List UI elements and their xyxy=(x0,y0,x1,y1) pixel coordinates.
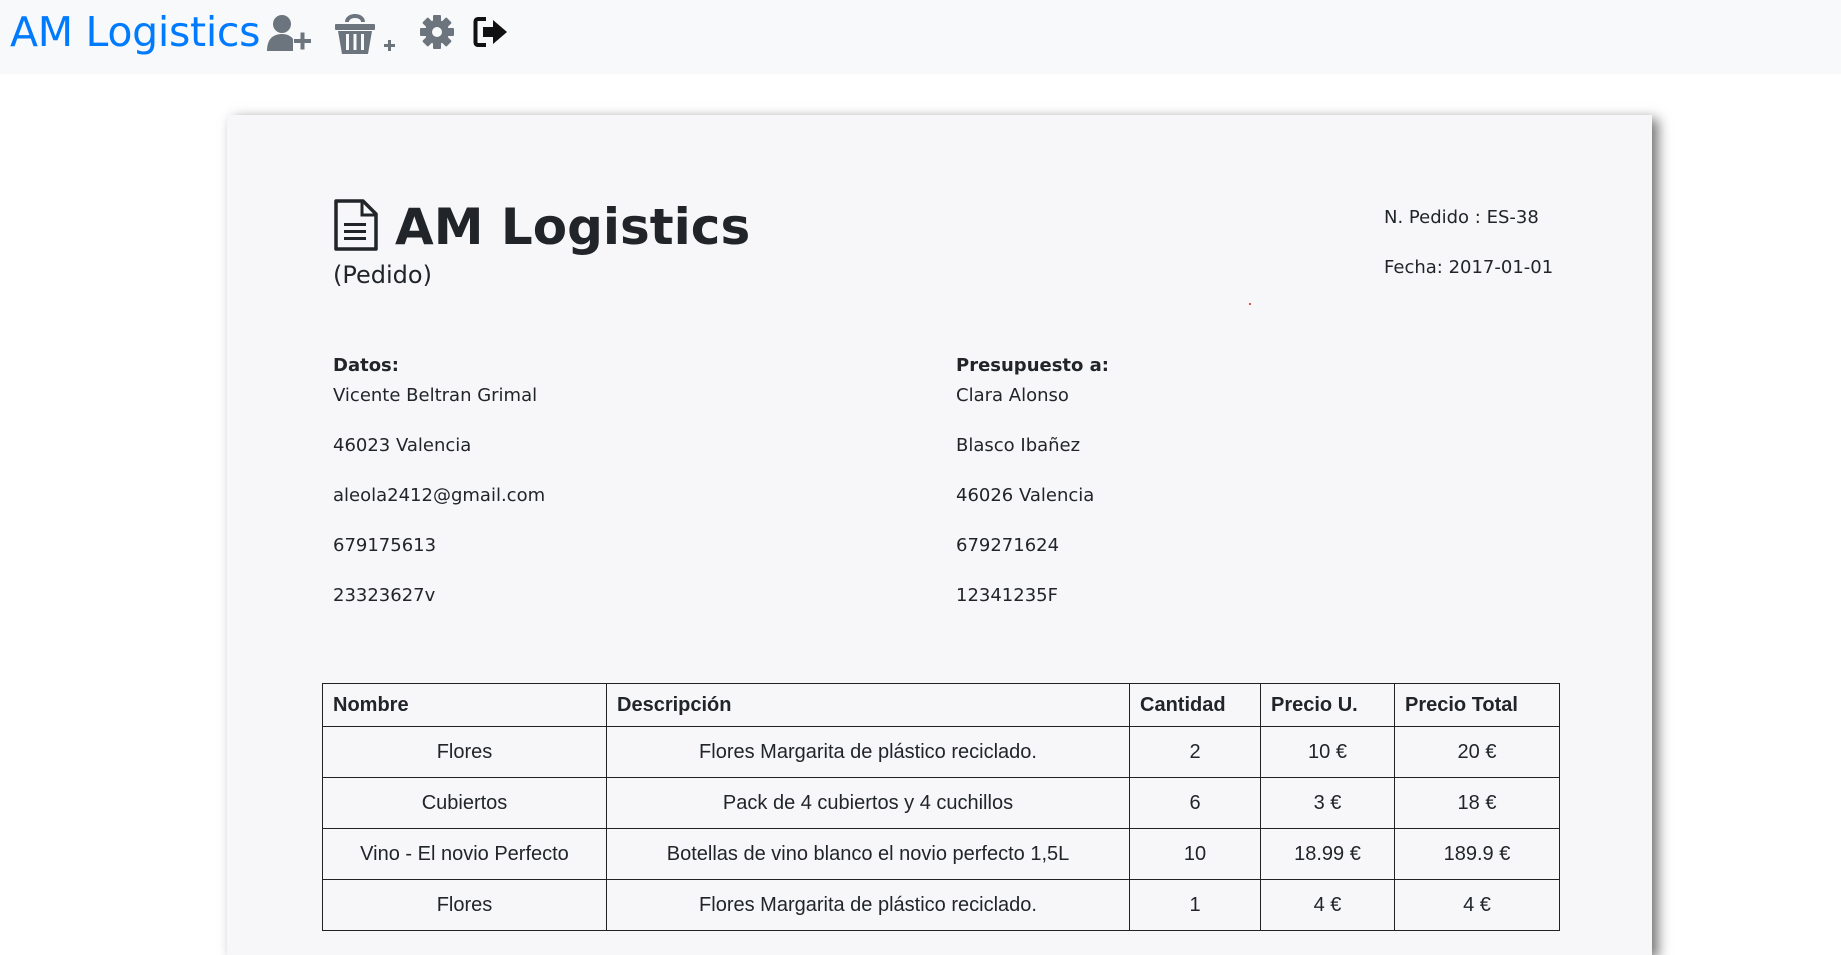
sender-id: 23323627v xyxy=(333,585,436,606)
cell-nombre: Cubiertos xyxy=(322,777,607,829)
cell-descripcion: Flores Margarita de plástico reciclado. xyxy=(606,726,1130,778)
cell-precio-total: 20 € xyxy=(1394,726,1560,778)
table-row: Cubiertos Pack de 4 cubiertos y 4 cuchil… xyxy=(322,777,1560,829)
recipient-phone: 679271624 xyxy=(956,535,1060,556)
sender-city: 46023 Valencia xyxy=(333,435,472,456)
cell-descripcion: Botellas de vino blanco el novio perfect… xyxy=(606,828,1130,880)
navbar: AM Logistics xyxy=(0,0,1841,74)
column-header-precio-total: Precio Total xyxy=(1394,683,1560,727)
cell-cantidad: 10 xyxy=(1129,828,1261,880)
order-date: Fecha: 2017-01-01 xyxy=(1384,257,1554,278)
recipient-id: 12341235F xyxy=(956,585,1058,606)
file-text-icon xyxy=(333,199,379,256)
cell-nombre: Vino - El novio Perfecto xyxy=(322,828,607,880)
recipient-heading: Presupuesto a: xyxy=(956,355,1110,376)
order-document: AM Logistics (Pedido) N. Pedido : ES-38 … xyxy=(227,115,1652,955)
cell-nombre: Flores xyxy=(322,726,607,778)
order-items-table: Nombre Descripción Cantidad Precio U. Pr… xyxy=(322,683,1560,931)
recipient-street: Blasco Ibañez xyxy=(956,435,1081,456)
cell-cantidad: 2 xyxy=(1129,726,1261,778)
cell-precio-unitario: 10 € xyxy=(1260,726,1395,778)
logout-icon[interactable] xyxy=(473,16,511,48)
order-number: N. Pedido : ES-38 xyxy=(1384,207,1539,228)
table-row: Vino - El novio Perfecto Botellas de vin… xyxy=(322,828,1560,880)
sender-phone: 679175613 xyxy=(333,535,437,556)
document-title: AM Logistics xyxy=(395,198,751,256)
cell-precio-total: 18 € xyxy=(1394,777,1560,829)
cell-descripcion: Pack de 4 cubiertos y 4 cuchillos xyxy=(606,777,1130,829)
column-header-descripcion: Descripción xyxy=(606,683,1130,727)
add-basket-icon[interactable] xyxy=(333,10,403,56)
brand-link[interactable]: AM Logistics xyxy=(10,9,261,55)
sender-name: Vicente Beltran Grimal xyxy=(333,385,538,406)
cell-precio-unitario: 18.99 € xyxy=(1260,828,1395,880)
cell-cantidad: 6 xyxy=(1129,777,1261,829)
table-header-row: Nombre Descripción Cantidad Precio U. Pr… xyxy=(322,683,1560,727)
sender-details: Datos: Vicente Beltran Grimal 46023 Vale… xyxy=(333,355,545,635)
column-header-cantidad: Cantidad xyxy=(1129,683,1261,727)
column-header-precio-unitario: Precio U. xyxy=(1260,683,1395,727)
recipient-details: Presupuesto a: Clara Alonso Blasco Ibañe… xyxy=(956,355,1109,635)
column-header-nombre: Nombre xyxy=(322,683,607,727)
recipient-name: Clara Alonso xyxy=(956,385,1069,406)
table-row: Flores Flores Margarita de plástico reci… xyxy=(322,726,1560,778)
add-user-icon[interactable] xyxy=(265,12,315,54)
recipient-city: 46026 Valencia xyxy=(956,485,1095,506)
stray-dot xyxy=(1249,303,1251,305)
cell-precio-total: 189.9 € xyxy=(1394,828,1560,880)
document-type: (Pedido) xyxy=(333,261,432,289)
gear-icon[interactable] xyxy=(419,14,455,50)
sender-email: aleola2412@gmail.com xyxy=(333,485,546,506)
sender-heading: Datos: xyxy=(333,355,399,376)
cell-precio-unitario: 3 € xyxy=(1260,777,1395,829)
